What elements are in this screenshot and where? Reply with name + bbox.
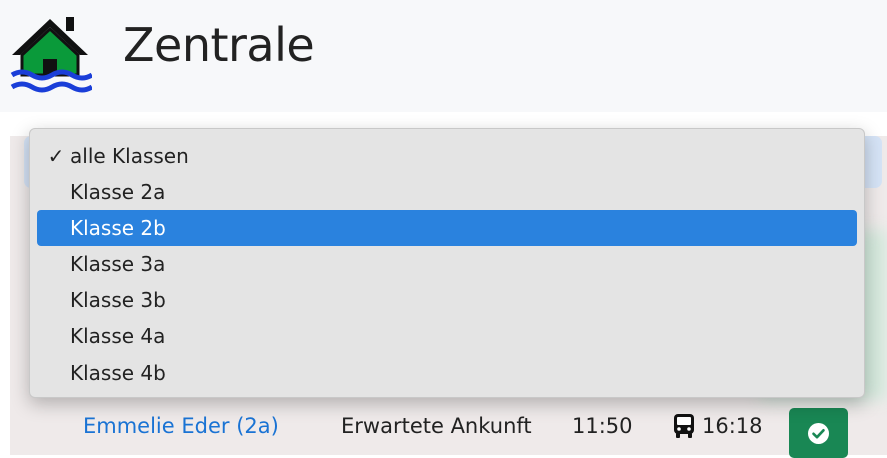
option-alle-klassen[interactable]: ✓ alle Klassen bbox=[37, 138, 857, 174]
student-name-link[interactable]: Emmelie Eder (2a) bbox=[83, 412, 279, 440]
option-label: Klasse 2b bbox=[70, 216, 166, 240]
class-select-dropdown: ✓ alle Klassen Klasse 2a Klasse 2b Klass… bbox=[29, 128, 865, 398]
arrival-status-label: Erwartete Ankunft bbox=[341, 414, 532, 438]
option-klasse-4b[interactable]: Klasse 4b bbox=[37, 355, 857, 391]
option-label: Klasse 4a bbox=[70, 324, 166, 348]
confirm-arrival-button[interactable] bbox=[789, 408, 848, 458]
expected-arrival-time: 11:50 bbox=[572, 414, 633, 438]
app-header: Zentrale bbox=[0, 0, 887, 112]
bus-departure-time: 16:18 bbox=[702, 414, 763, 438]
house-flood-icon[interactable] bbox=[10, 15, 92, 95]
option-klasse-2a[interactable]: Klasse 2a bbox=[37, 174, 857, 210]
option-klasse-3b[interactable]: Klasse 3b bbox=[37, 282, 857, 318]
option-label: Klasse 3a bbox=[70, 252, 166, 276]
page-title: Zentrale bbox=[123, 18, 315, 72]
option-klasse-2b[interactable]: Klasse 2b bbox=[37, 210, 857, 246]
option-klasse-3a[interactable]: Klasse 3a bbox=[37, 246, 857, 282]
option-label: Klasse 3b bbox=[70, 288, 166, 312]
checkmark-icon: ✓ bbox=[47, 144, 65, 168]
option-label: Klasse 2a bbox=[70, 180, 166, 204]
option-label: alle Klassen bbox=[70, 144, 189, 168]
check-circle-icon bbox=[808, 423, 829, 444]
option-klasse-4a[interactable]: Klasse 4a bbox=[37, 318, 857, 354]
bus-icon bbox=[672, 413, 696, 439]
option-label: Klasse 4b bbox=[70, 361, 166, 385]
